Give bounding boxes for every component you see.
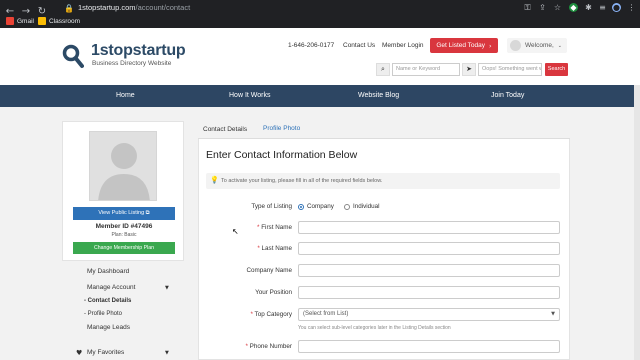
share-icon[interactable]: ⇪ <box>538 3 547 12</box>
company-name-label: Company Name <box>246 267 293 274</box>
user-silhouette-icon <box>98 143 150 200</box>
extension-icon[interactable]: ◆ <box>569 3 578 12</box>
bookmark-gmail[interactable]: Gmail <box>6 17 34 25</box>
address-bar[interactable]: 🔒 1stopstartup.com/account/contact <box>52 2 552 15</box>
gmail-icon <box>6 17 14 25</box>
plan-label: Plan: Basic <box>111 232 137 238</box>
browser-chrome: ← → ↻ 🔒 1stopstartup.com/account/contact… <box>0 0 640 28</box>
member-id: Member ID #47496 <box>95 223 153 230</box>
star-icon[interactable]: ☆ <box>553 3 562 12</box>
mouse-cursor-icon: ↖ <box>232 227 239 236</box>
page-title: Enter Contact Information Below <box>206 149 358 161</box>
url-path: /account/contact <box>135 3 191 12</box>
search-icon[interactable]: ⌕ <box>376 63 390 76</box>
classroom-icon <box>38 17 46 25</box>
extensions-puzzle-icon[interactable]: ✱ <box>584 3 593 12</box>
tab-profile-photo[interactable]: Profile Photo <box>263 125 300 132</box>
profile-photo-placeholder <box>89 131 157 201</box>
nav-website-blog[interactable]: Website Blog <box>358 92 399 99</box>
your-position-field[interactable] <box>298 286 560 299</box>
phone-number[interactable]: 1-646-206-0177 <box>288 42 334 49</box>
radio-company[interactable] <box>298 203 304 210</box>
chevron-right-icon: › <box>489 41 492 50</box>
avatar <box>510 40 521 51</box>
bookmarks-bar: Gmail Classroom <box>0 15 640 28</box>
notice-text: To activate your listing, please fill in… <box>221 178 383 184</box>
lightbulb-icon: 💡 <box>210 176 219 184</box>
sidebar-item-profile-photo[interactable]: - Profile Photo <box>84 311 122 317</box>
media-icon[interactable]: ≡ <box>598 3 607 12</box>
member-login-link[interactable]: Member Login <box>382 42 424 49</box>
type-of-listing-label: Type of Listing <box>251 203 292 210</box>
caret-down-icon[interactable]: ▼ <box>165 350 169 356</box>
first-name-field[interactable] <box>298 221 560 234</box>
nav-join-today[interactable]: Join Today <box>491 92 524 99</box>
welcome-dropdown[interactable]: Welcome, ⌄ <box>507 38 567 53</box>
view-public-listing-button[interactable]: View Public Listing ⧉ <box>73 207 175 220</box>
key-icon[interactable]: ⚿ <box>523 3 532 12</box>
page-scrollbar[interactable] <box>634 85 640 360</box>
company-name-field[interactable] <box>298 264 560 277</box>
top-category-select[interactable]: (Select from List) ▼ <box>298 308 560 321</box>
chevron-down-icon: ▼ <box>551 311 555 317</box>
first-name-label: * First Name <box>257 224 292 231</box>
phone-number-label: * Phone Number <box>245 343 292 350</box>
magnifier-logo-icon <box>62 44 84 68</box>
bookmark-label: Classroom <box>49 17 81 25</box>
sidebar-item-manage-leads[interactable]: Manage Leads <box>87 324 130 331</box>
nav-how-it-works[interactable]: How It Works <box>229 92 271 99</box>
site-header: 1stopstartup Business Directory Website … <box>0 28 640 85</box>
view-listing-label: View Public Listing <box>98 210 145 216</box>
menu-icon[interactable]: ⋮ <box>627 3 636 12</box>
url-host: 1stopstartup.com <box>78 3 136 12</box>
activation-notice: 💡 To activate your listing, please fill … <box>206 173 560 189</box>
logo-subtitle: Business Directory Website <box>92 60 172 67</box>
welcome-label: Welcome, <box>525 42 554 49</box>
profile-icon[interactable]: ● <box>612 3 621 12</box>
radio-individual-label: Individual <box>352 203 380 210</box>
sidebar-item-contact-details[interactable]: - Contact Details <box>84 298 131 304</box>
keyword-input[interactable]: Name or Keyword <box>392 63 460 76</box>
caret-down-icon[interactable]: ▼ <box>165 285 169 291</box>
heart-icon: ♥ <box>76 349 83 357</box>
url-text: 1stopstartup.com/account/contact <box>78 3 190 12</box>
contact-us-link[interactable]: Contact Us <box>343 42 375 49</box>
get-listed-button[interactable]: Get Listed Today › <box>430 38 498 53</box>
radio-company-label: Company <box>307 203 334 210</box>
bookmark-label: Gmail <box>17 17 34 25</box>
chevron-down-icon: ⌄ <box>557 42 562 49</box>
profile-card: View Public Listing ⧉ Member ID #47496 P… <box>62 121 184 261</box>
last-name-field[interactable] <box>298 242 560 255</box>
top-category-label: * Top Category <box>250 311 292 318</box>
listing-type-radio-group: Company Individual <box>298 203 380 210</box>
phone-number-field[interactable] <box>298 340 560 353</box>
bookmark-classroom[interactable]: Classroom <box>38 17 80 25</box>
external-link-icon: ⧉ <box>145 210 150 216</box>
search-button[interactable]: Search <box>545 63 568 76</box>
change-membership-plan-button[interactable]: Change Membership Plan <box>73 242 175 254</box>
your-position-label: Your Position <box>255 289 292 296</box>
location-arrow-icon[interactable]: ➤ <box>462 63 476 76</box>
top-category-value: (Select from List) <box>303 311 349 317</box>
lock-icon: 🔒 <box>64 4 74 13</box>
sidebar-item-my-dashboard[interactable]: My Dashboard <box>87 268 129 275</box>
nav-home[interactable]: Home <box>116 92 135 99</box>
logo-title[interactable]: 1stopstartup <box>91 42 186 60</box>
main-navigation: Home How It Works Website Blog Join Toda… <box>0 85 634 107</box>
get-listed-label: Get Listed Today <box>436 42 486 49</box>
last-name-label: * Last Name <box>257 245 292 252</box>
category-hint: You can select sub-level categories late… <box>298 325 451 331</box>
location-input[interactable]: Oops! Something went wrong <box>478 63 542 76</box>
sidebar-item-manage-account[interactable]: Manage Account <box>87 284 135 291</box>
sidebar-item-my-favorites[interactable]: My Favorites <box>87 349 124 356</box>
radio-individual[interactable] <box>343 203 350 210</box>
